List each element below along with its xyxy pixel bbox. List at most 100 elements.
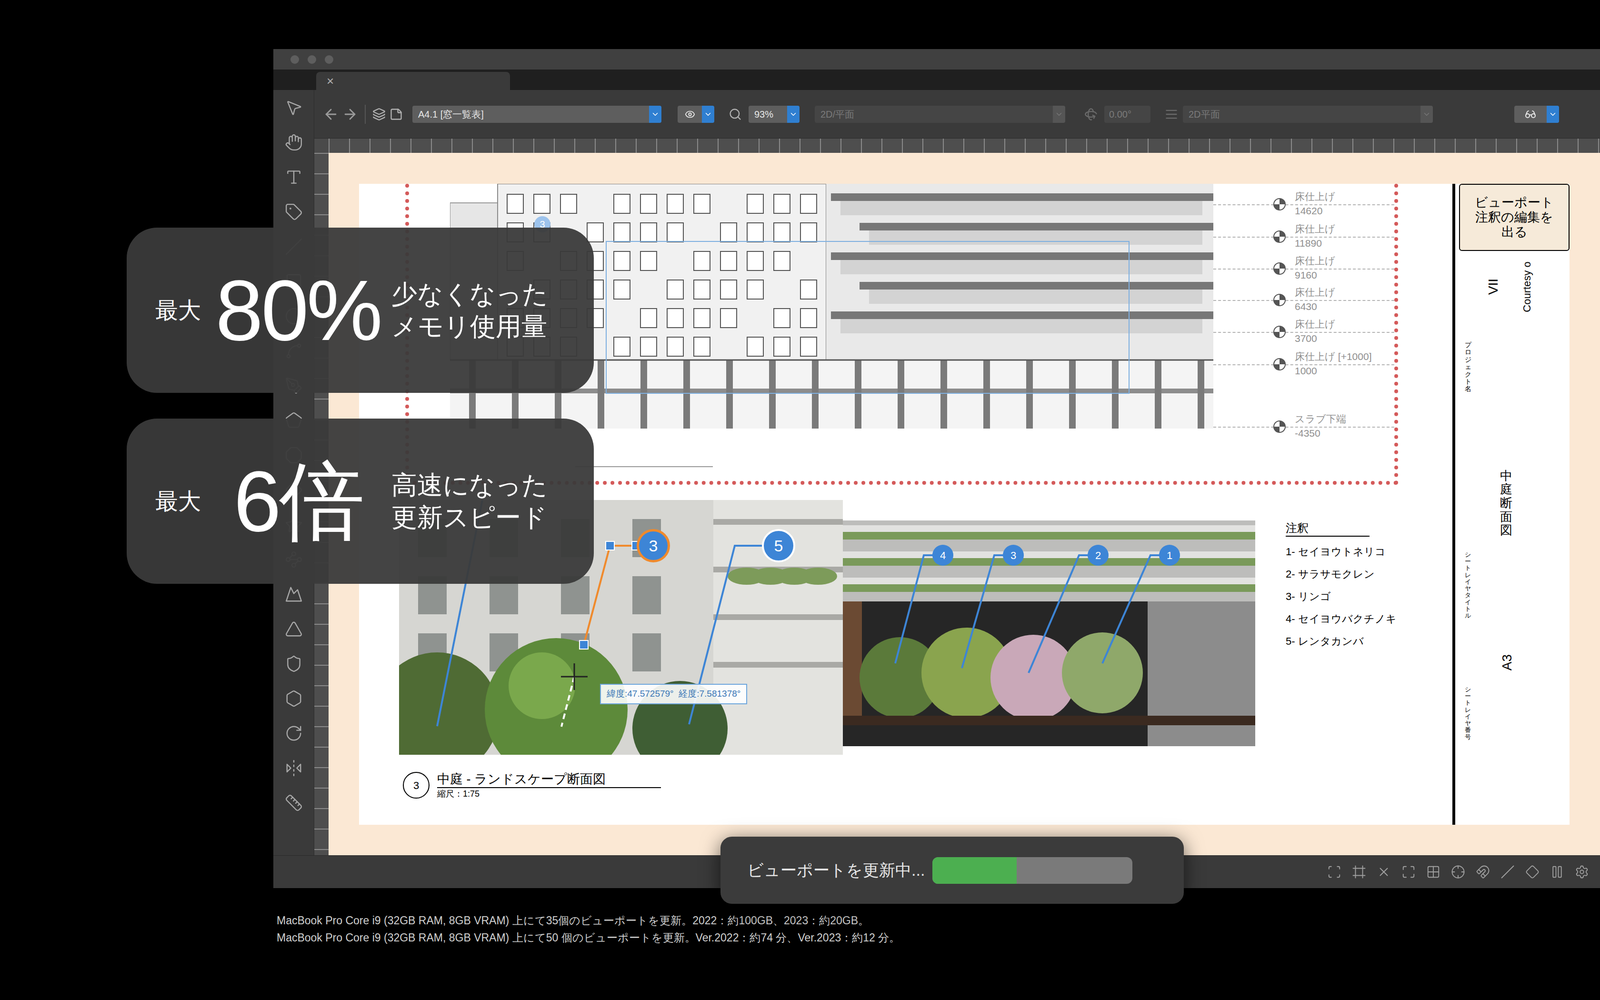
level-label: 床仕上げ6430: [1294, 286, 1336, 313]
sheet-title: 中庭 断面図: [1500, 469, 1513, 538]
document-tab[interactable]: ×: [316, 71, 510, 90]
window-dot[interactable]: [290, 55, 300, 64]
tool-button[interactable]: [273, 750, 314, 786]
level-label: スラブ下端-4350: [1294, 413, 1347, 440]
progress-bar: [932, 857, 1133, 884]
tool-button[interactable]: [273, 124, 314, 160]
progress-toast: ビューポートを更新中...: [720, 836, 1184, 904]
level-line: [1213, 204, 1395, 206]
stat-prefix: 最大: [155, 484, 205, 519]
tool-button[interactable]: [273, 611, 314, 647]
landscape-callout[interactable]: 4: [932, 544, 954, 566]
landscape-callout[interactable]: 3: [1002, 544, 1024, 566]
project-code: VII: [1483, 278, 1504, 295]
snap-button[interactable]: [1546, 861, 1568, 883]
snap-button[interactable]: [1571, 861, 1593, 883]
projection-icon: [1164, 107, 1179, 121]
exit-annotation-button[interactable]: ビューポート注釈の編集を出る: [1459, 183, 1570, 251]
title-block: ビューポート注釈の編集を出るVIICourtesy oプロジェクト名中庭 断面図…: [1452, 183, 1570, 825]
terrain-icon: [284, 585, 303, 604]
triangle-icon: [284, 620, 303, 639]
tool-button[interactable]: [273, 785, 314, 820]
landscape-callout[interactable]: 2: [1087, 544, 1109, 566]
snap-button[interactable]: [1422, 861, 1444, 883]
level-label: 床仕上げ3700: [1294, 318, 1336, 345]
binoculars-icon: [1524, 108, 1537, 120]
snap-button[interactable]: [1472, 861, 1494, 883]
level-line: [1213, 364, 1395, 366]
section-callout[interactable]: 3: [636, 529, 670, 563]
landscape-viewport[interactable]: 4 3 2 1: [842, 520, 1256, 747]
viewport-title: 3中庭 - ランドスケープ断面図縮尺：1:75: [402, 770, 843, 800]
crosshair-icon: [1450, 864, 1466, 880]
stat-caption: 高速になった更新スピード: [391, 469, 548, 534]
tab-close[interactable]: ×: [326, 74, 334, 88]
progress-fill: [932, 857, 1017, 884]
note-item: 1- セイヨウトネリコ: [1285, 540, 1397, 563]
snap-button[interactable]: [1373, 861, 1395, 883]
chevron-down-icon: [650, 110, 660, 119]
stat-prefix: 最大: [155, 293, 205, 328]
zoom-dropdown[interactable]: 93%: [748, 105, 800, 123]
level-label: 床仕上げ11890: [1294, 223, 1336, 250]
landscape-callout[interactable]: 1: [1159, 544, 1180, 566]
angle-field: 0.00°: [1104, 105, 1151, 123]
level-marker-icon: [1272, 261, 1287, 276]
level-marker-icon: [1272, 230, 1287, 244]
progress-label: ビューポートを更新中...: [747, 858, 925, 883]
tab-strip: ×: [273, 69, 1600, 90]
forward-icon[interactable]: [341, 106, 359, 123]
render-dropdown[interactable]: [1514, 105, 1560, 123]
tool-button[interactable]: [273, 715, 314, 751]
chevron-down-icon: [703, 110, 713, 119]
back-icon[interactable]: [322, 106, 340, 123]
tool-button[interactable]: [273, 194, 314, 230]
notes-title: 注釈: [1285, 520, 1370, 537]
footnote: MacBook Pro Core i9 (32GB RAM, 8GB VRAM)…: [276, 911, 1600, 930]
sheet-title-label: シートレイヤタイトル: [1464, 551, 1471, 620]
snap-button[interactable]: [1323, 861, 1345, 883]
visibility-dropdown[interactable]: [677, 105, 715, 123]
view-dropdown: 2D/平面: [814, 105, 1066, 123]
tool-button[interactable]: [273, 646, 314, 681]
top-ruler-row: [314, 138, 1600, 153]
magnet-icon: [1475, 864, 1490, 880]
window-dot[interactable]: [324, 55, 334, 64]
level-line: [1213, 331, 1395, 333]
level-marker-icon: [1272, 357, 1287, 371]
level-line: [1213, 300, 1395, 301]
sheet-number-label: シートレイヤ番号: [1464, 686, 1471, 741]
snap-button[interactable]: [1447, 861, 1469, 883]
chevron-down-icon: [1548, 110, 1558, 119]
chevron-down-icon: [789, 110, 798, 119]
project-label: プロジェクト名: [1464, 341, 1472, 393]
landscape-render: [842, 520, 1256, 747]
snap-button[interactable]: [1497, 861, 1519, 883]
layers-icon[interactable]: [372, 107, 386, 121]
tool-button[interactable]: [273, 159, 314, 195]
window-dot[interactable]: [307, 55, 317, 64]
stat-value: 6倍: [233, 458, 363, 545]
pointer-icon: [284, 98, 303, 117]
level-line: [1213, 268, 1395, 270]
toolbar: A4.1 [窓一覧表] 93% 2D/平面 0.00° 2D平面: [314, 90, 1600, 139]
snap-x-icon: [1376, 864, 1391, 880]
dimension-icon: [284, 793, 303, 812]
snap-button[interactable]: [1398, 861, 1420, 883]
zoom-icon[interactable]: [728, 107, 742, 121]
settings-icon: [1574, 864, 1590, 880]
sheet-icon[interactable]: [389, 107, 403, 121]
level-line: [1213, 426, 1395, 428]
coordinate-tooltip: 緯度:47.572579° 経度:7.581378°: [600, 683, 748, 705]
viewport-title-name: 中庭 - ランドスケープ断面図: [437, 770, 661, 789]
snap-button[interactable]: [1348, 861, 1370, 883]
frame-icon: [1351, 864, 1367, 880]
title-bar: [273, 49, 1600, 70]
tool-button[interactable]: [273, 90, 314, 125]
top-ruler: [328, 138, 1600, 153]
snap-button[interactable]: [1521, 861, 1543, 883]
tool-button[interactable]: [273, 680, 314, 716]
sheet-layer-dropdown[interactable]: A4.1 [窓一覧表]: [412, 105, 662, 123]
section-callout[interactable]: 5: [761, 529, 796, 563]
projection-dropdown: 2D平面: [1182, 105, 1433, 123]
